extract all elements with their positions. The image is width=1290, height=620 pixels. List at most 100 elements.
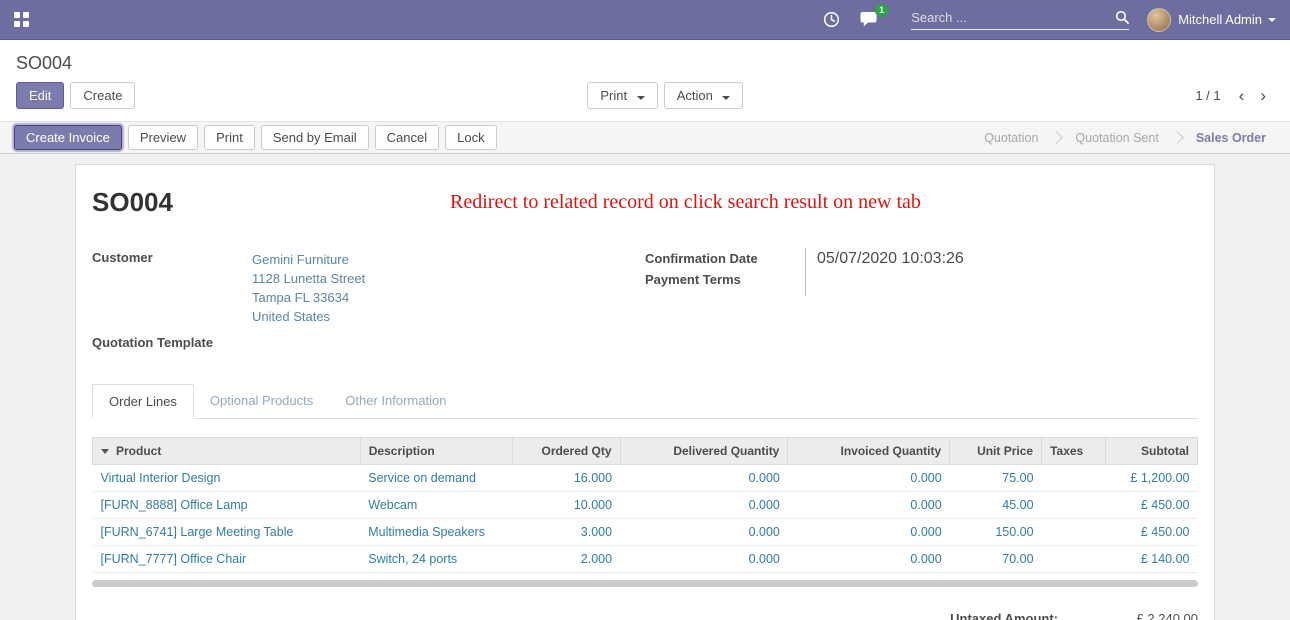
payment-terms-value xyxy=(806,272,964,296)
customer-link[interactable]: Gemini Furniture xyxy=(252,250,365,269)
cell-product[interactable]: [FURN_7777] Office Chair xyxy=(93,546,361,573)
cell-ordered-qty: 16.000 xyxy=(512,465,620,492)
state-sales-order[interactable]: Sales Order xyxy=(1182,131,1280,145)
statusbar: Create Invoice Preview Print Send by Ema… xyxy=(0,121,1290,154)
pager-next-button[interactable] xyxy=(1252,87,1274,104)
cell-unit-price: 70.00 xyxy=(950,546,1042,573)
order-lines-table: Product Description Ordered Qty Delivere… xyxy=(92,437,1198,573)
cell-unit-price: 75.00 xyxy=(950,465,1042,492)
pager-count: 1 / 1 xyxy=(1195,88,1220,103)
chevron-down-icon xyxy=(1268,18,1276,22)
cell-ordered-qty: 3.000 xyxy=(512,519,620,546)
table-row[interactable]: [FURN_6741] Large Meeting Table Multimed… xyxy=(93,519,1198,546)
cell-delivered-qty: 0.000 xyxy=(620,546,788,573)
edit-button[interactable]: Edit xyxy=(16,82,64,109)
top-navbar: 1 Mitchell Admin xyxy=(0,0,1290,40)
column-header-taxes[interactable]: Taxes xyxy=(1042,438,1106,465)
state-quotation[interactable]: Quotation xyxy=(970,131,1052,145)
customer-value: Gemini Furniture 1128 Lunetta Street Tam… xyxy=(252,248,365,328)
column-header-product[interactable]: Product xyxy=(93,438,361,465)
sheet-header: SO004 Redirect to related record on clic… xyxy=(92,187,1198,218)
cell-description[interactable]: Switch, 24 ports xyxy=(360,546,512,573)
action-dropdown[interactable]: Action xyxy=(664,82,744,109)
create-button[interactable]: Create xyxy=(70,82,135,109)
print-dropdown-label: Print xyxy=(600,88,627,103)
user-name: Mitchell Admin xyxy=(1178,12,1262,27)
table-header-row: Product Description Ordered Qty Delivere… xyxy=(93,438,1198,465)
cell-ordered-qty: 2.000 xyxy=(512,546,620,573)
cell-taxes xyxy=(1042,546,1106,573)
cancel-button[interactable]: Cancel xyxy=(375,125,439,150)
cell-subtotal: £ 450.00 xyxy=(1106,519,1198,546)
global-search xyxy=(911,10,1129,30)
chevron-down-icon xyxy=(722,96,730,100)
cell-taxes xyxy=(1042,519,1106,546)
quotation-template-field: Quotation Template xyxy=(92,333,645,352)
lock-button[interactable]: Lock xyxy=(445,125,496,150)
field-groups: Customer Gemini Furniture 1128 Lunetta S… xyxy=(92,248,1198,352)
create-invoice-button[interactable]: Create Invoice xyxy=(14,125,122,150)
column-header-ordered-qty[interactable]: Ordered Qty xyxy=(512,438,620,465)
pager-previous-button[interactable] xyxy=(1231,87,1253,104)
confirmation-date-label: Confirmation Date xyxy=(645,248,805,269)
cell-taxes xyxy=(1042,492,1106,519)
cell-invoiced-qty: 0.000 xyxy=(788,519,950,546)
cell-product[interactable]: [FURN_8888] Office Lamp xyxy=(93,492,361,519)
cell-description[interactable]: Multimedia Speakers xyxy=(360,519,512,546)
send-by-email-button[interactable]: Send by Email xyxy=(261,125,369,150)
cell-description[interactable]: Webcam xyxy=(360,492,512,519)
tab-other-information[interactable]: Other Information xyxy=(329,384,462,419)
table-row[interactable]: Virtual Interior Design Service on deman… xyxy=(93,465,1198,492)
table-horizontal-scrollbar[interactable] xyxy=(92,580,1198,587)
cell-ordered-qty: 10.000 xyxy=(512,492,620,519)
column-header-delivered-quantity[interactable]: Delivered Quantity xyxy=(620,438,788,465)
cell-subtotal: £ 140.00 xyxy=(1106,546,1198,573)
breadcrumb-title: SO004 xyxy=(16,53,72,73)
cell-invoiced-qty: 0.000 xyxy=(788,546,950,573)
table-row[interactable]: [FURN_7777] Office Chair Switch, 24 port… xyxy=(93,546,1198,573)
notebook-tabs: Order Lines Optional Products Other Info… xyxy=(92,384,1198,419)
state-quotation-sent[interactable]: Quotation Sent xyxy=(1061,131,1172,145)
control-panel: SO004 Edit Create Print Action 1 / 1 xyxy=(0,40,1290,121)
apps-menu-icon[interactable] xyxy=(14,12,29,27)
status-pipeline: Quotation Quotation Sent Sales Order xyxy=(970,122,1290,153)
table-row[interactable]: [FURN_8888] Office Lamp Webcam 10.000 0.… xyxy=(93,492,1198,519)
cell-invoiced-qty: 0.000 xyxy=(788,492,950,519)
messages-icon[interactable]: 1 xyxy=(860,11,879,28)
avatar xyxy=(1147,8,1171,32)
field-group-left: Customer Gemini Furniture 1128 Lunetta S… xyxy=(92,248,645,352)
customer-address-line: 1128 Lunetta Street xyxy=(252,269,365,288)
form-view: SO004 Redirect to related record on clic… xyxy=(0,154,1290,620)
customer-label: Customer xyxy=(92,248,252,328)
confirmation-date-value: 05/07/2020 10:03:26 xyxy=(806,248,964,272)
customer-field: Customer Gemini Furniture 1128 Lunetta S… xyxy=(92,248,645,328)
cell-description[interactable]: Service on demand xyxy=(360,465,512,492)
breadcrumb: SO004 xyxy=(0,40,1290,76)
sort-descending-icon xyxy=(101,449,109,454)
search-input[interactable] xyxy=(911,10,1115,25)
column-header-description[interactable]: Description xyxy=(360,438,512,465)
cell-product[interactable]: [FURN_6741] Large Meeting Table xyxy=(93,519,361,546)
customer-address-line: Tampa FL 33634 xyxy=(252,288,365,307)
search-icon[interactable] xyxy=(1115,10,1129,24)
preview-button[interactable]: Preview xyxy=(128,125,198,150)
cell-delivered-qty: 0.000 xyxy=(620,492,788,519)
tab-optional-products[interactable]: Optional Products xyxy=(194,384,329,419)
tab-order-lines[interactable]: Order Lines xyxy=(92,384,194,419)
customer-address-line: United States xyxy=(252,307,365,326)
column-header-subtotal[interactable]: Subtotal xyxy=(1106,438,1198,465)
untaxed-amount-label: Untaxed Amount: xyxy=(950,611,1058,620)
activities-clock-icon[interactable] xyxy=(823,11,840,28)
column-header-invoiced-quantity[interactable]: Invoiced Quantity xyxy=(788,438,950,465)
cell-product[interactable]: Virtual Interior Design xyxy=(93,465,361,492)
column-header-unit-price[interactable]: Unit Price xyxy=(950,438,1042,465)
field-group-right: Confirmation Date Payment Terms 05/07/20… xyxy=(645,248,1198,352)
untaxed-amount-value: £ 2,240.00 xyxy=(1113,611,1198,620)
order-totals: Untaxed Amount: £ 2,240.00 xyxy=(92,611,1198,620)
user-menu[interactable]: Mitchell Admin xyxy=(1147,8,1276,32)
print-button[interactable]: Print xyxy=(204,125,255,150)
cell-delivered-qty: 0.000 xyxy=(620,519,788,546)
quotation-template-label: Quotation Template xyxy=(92,333,252,352)
print-dropdown[interactable]: Print xyxy=(587,82,657,109)
cell-unit-price: 150.00 xyxy=(950,519,1042,546)
